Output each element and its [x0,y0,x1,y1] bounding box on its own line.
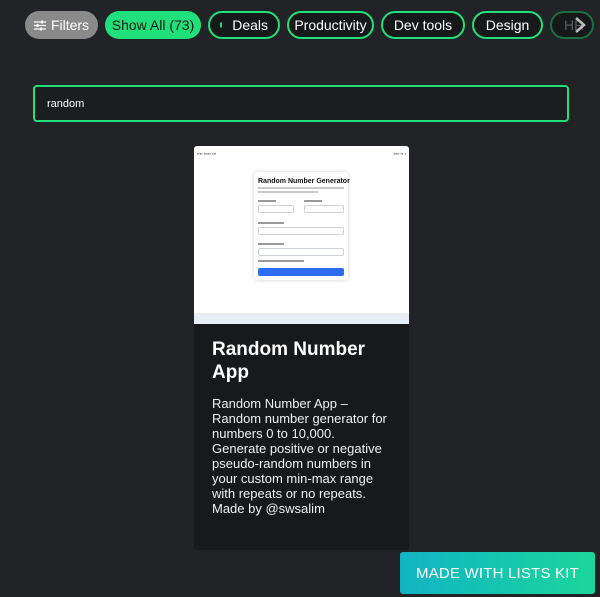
thumbnail-subtext [258,187,344,189]
thumbnail-brand: ▪▪▪▪ ▪▪▪▪▪ ▪▪▪ [197,151,217,156]
chip-dev-tools[interactable]: Dev tools [381,11,465,39]
chevron-right-icon[interactable] [570,11,590,39]
thumbnail-count-label [258,222,284,224]
thumbnail-exclude-field [258,248,344,256]
card-thumbnail: ▪▪▪▪ ▪▪▪▪▪ ▪▪▪ ▪▪▪▪ ▪▪ ▪ Random Number G… [194,146,409,324]
chip-deals[interactable]: Deals [208,11,280,39]
app-card[interactable]: ▪▪▪▪ ▪▪▪▪▪ ▪▪▪ ▪▪▪▪ ▪▪ ▪ Random Number G… [194,146,409,550]
thumbnail-heading: Random Number Generator [258,178,350,185]
thumbnail-min-label [258,200,276,202]
thumbnail-footer-band [194,313,409,324]
thumbnail-max-field [304,205,344,213]
deals-dot-icon [220,22,223,28]
thumbnail-generator-card: Random Number Generator [254,172,350,280]
card-description: Random Number App – Random number genera… [212,396,387,516]
sliders-icon [33,20,46,30]
thumbnail-count-field [258,227,344,235]
thumbnail-max-label [304,200,322,202]
thumbnail-min-field [258,205,294,213]
chip-design[interactable]: Design [472,11,543,39]
search-input[interactable] [33,85,569,122]
card-title: Random Number App [212,339,366,383]
chip-productivity[interactable]: Productivity [287,11,374,39]
filter-bar: Filters Show All (73) Deals Productivity… [25,10,600,40]
chip-deals-label: Deals [232,17,268,33]
thumbnail-subtext-2 [258,191,318,193]
show-all-chip[interactable]: Show All (73) [105,11,201,39]
thumbnail-checkbox-label [258,260,304,262]
filters-label: Filters [50,17,90,33]
filters-button[interactable]: Filters [25,11,98,39]
thumbnail-nav: ▪▪▪▪ ▪▪ ▪ [393,151,406,156]
thumbnail-exclude-label [258,243,284,245]
made-with-lists-kit-button[interactable]: MADE WITH LISTS KIT [400,552,595,594]
thumbnail-generate-button [258,268,344,276]
